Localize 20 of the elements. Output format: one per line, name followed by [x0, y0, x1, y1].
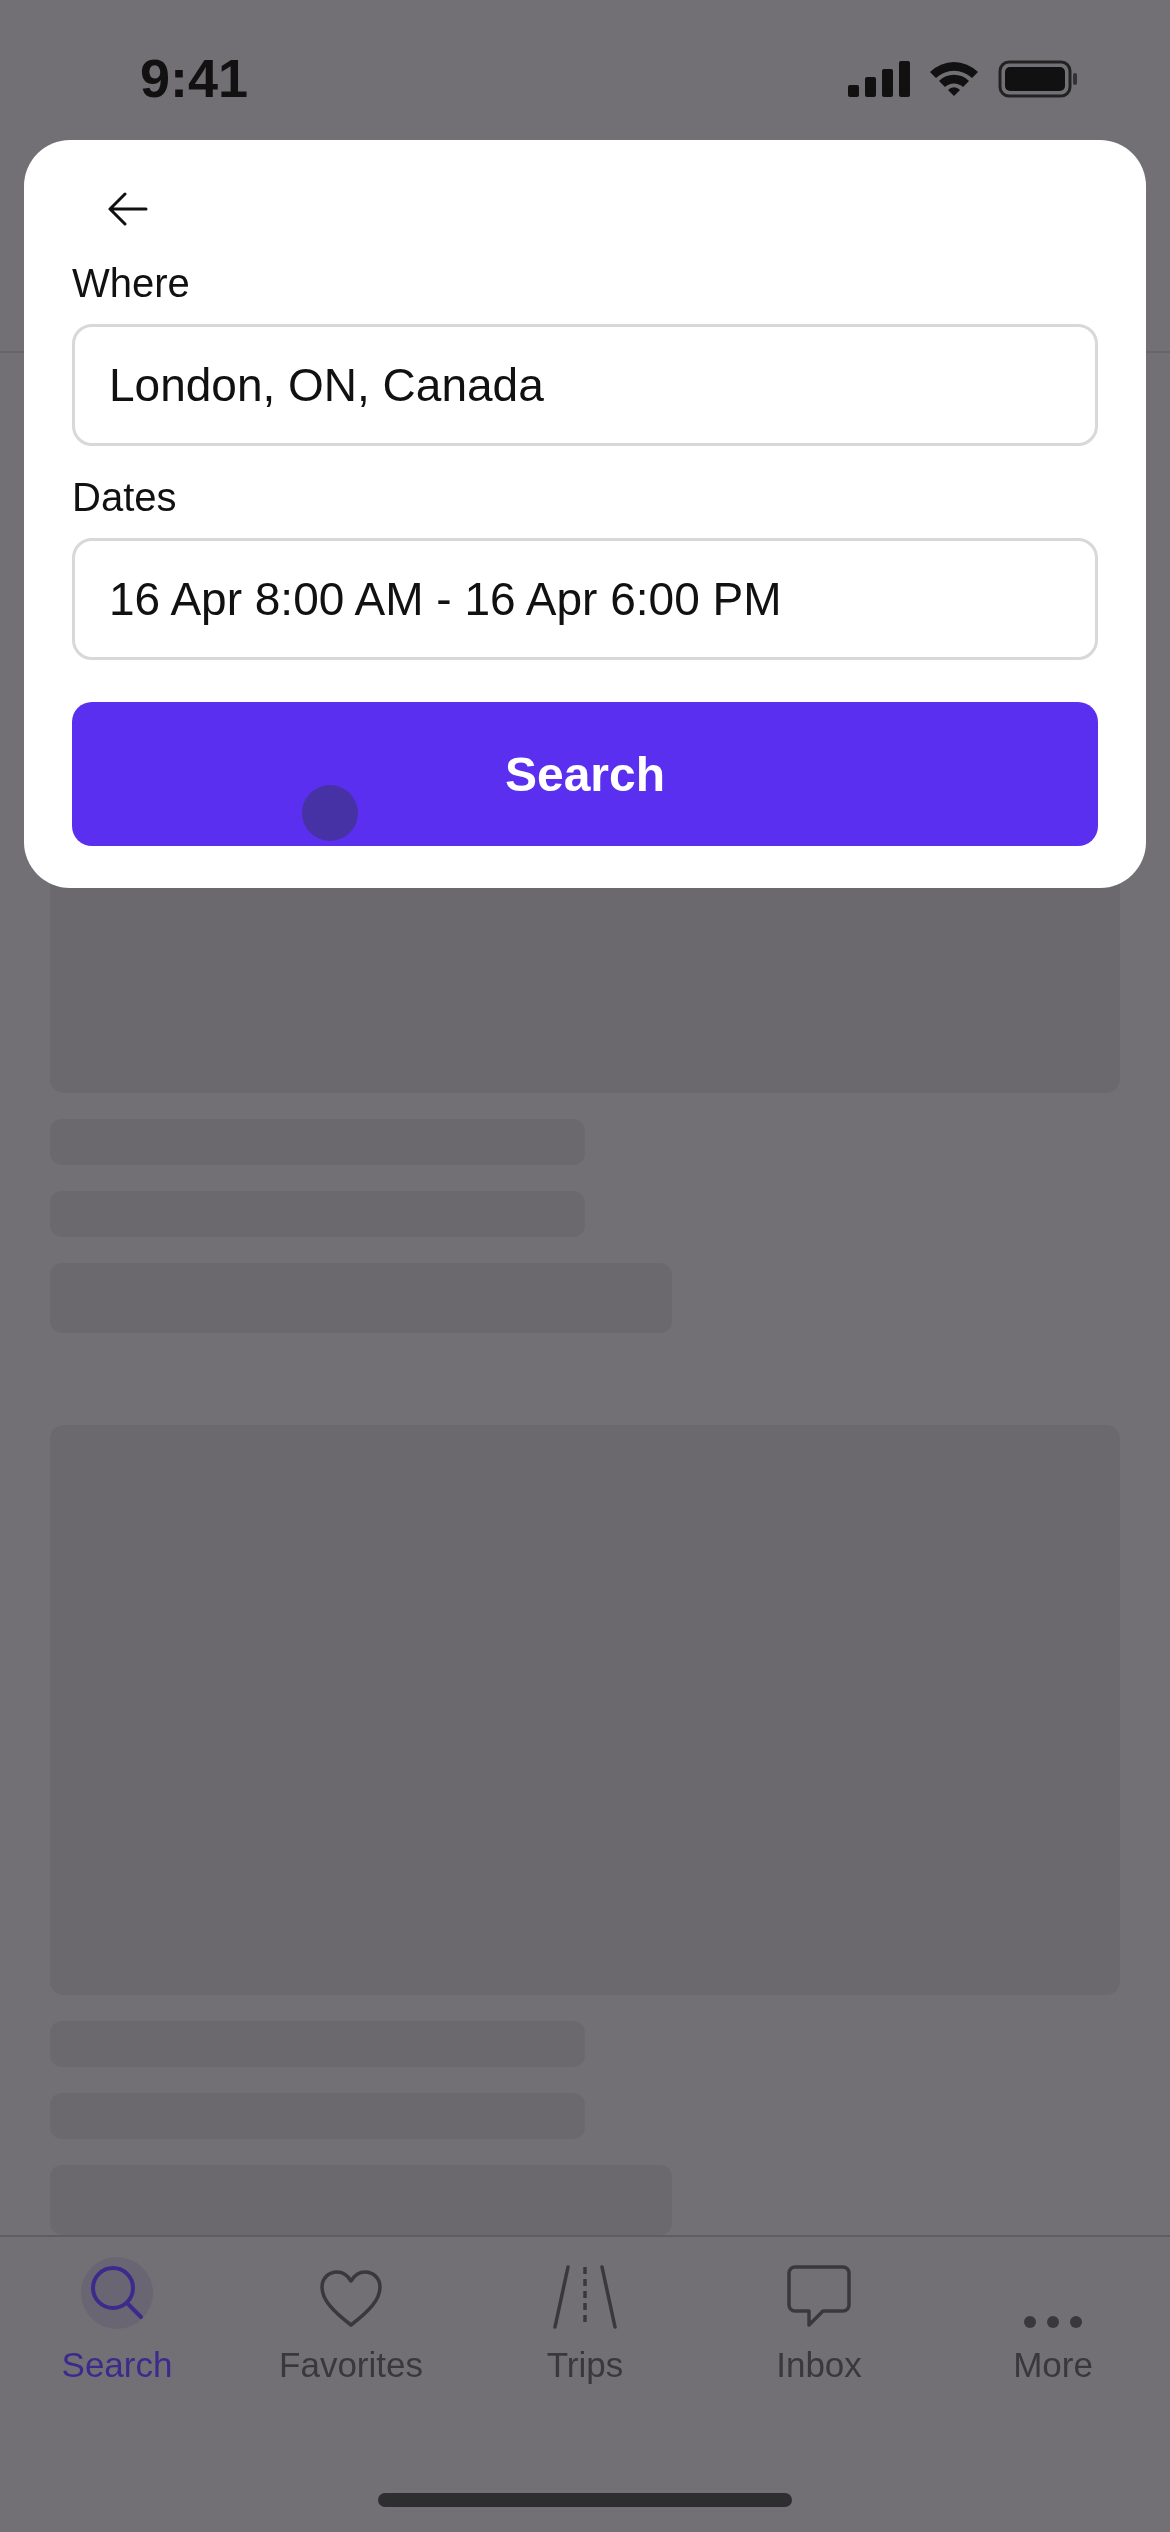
search-icon: [81, 2257, 153, 2329]
tab-item[interactable]: Inbox: [719, 2255, 919, 2385]
battery-icon: [998, 60, 1078, 98]
tab-item[interactable]: Search: [17, 2255, 217, 2385]
search-button[interactable]: Search: [72, 702, 1098, 846]
field-label: Dates: [72, 474, 177, 520]
tab-item[interactable]: Favorites: [251, 2255, 451, 2385]
road-icon: [552, 2265, 618, 2329]
field-label: Where: [72, 260, 190, 306]
back-arrow-icon[interactable]: [108, 192, 148, 226]
wifi-icon: [928, 60, 980, 98]
input-field[interactable]: 16 Apr 8:00 AM - 16 Apr 6:00 PM: [72, 538, 1098, 660]
signal-icon: [848, 61, 910, 97]
tab-item[interactable]: Trips: [485, 2255, 685, 2385]
tab-item[interactable]: More: [953, 2255, 1153, 2385]
status-time: 9:41: [140, 48, 249, 108]
input-field[interactable]: London, ON, Canada: [72, 324, 1098, 446]
more-icon: [1023, 2315, 1083, 2329]
heart-icon: [319, 2269, 383, 2329]
chat-bubble-icon: [787, 2265, 851, 2329]
